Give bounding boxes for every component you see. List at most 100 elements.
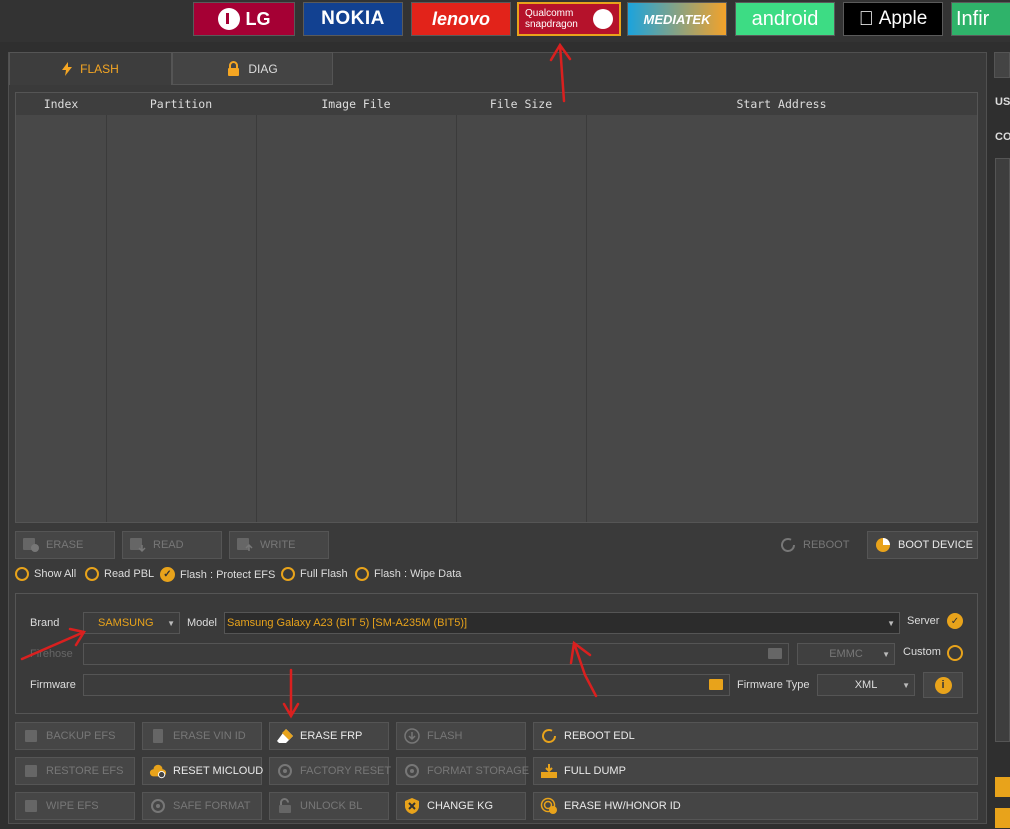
gear-icon	[403, 762, 421, 780]
read-icon	[129, 536, 147, 554]
right-side-panel: US CO	[990, 52, 1010, 829]
firmware-info-button[interactable]: i	[923, 672, 963, 698]
option-protect-efs[interactable]: ✓ Flash : Protect EFS	[160, 567, 275, 582]
option-full-flash[interactable]: Full Flash	[281, 567, 348, 581]
column-header-start-address: Start Address	[736, 97, 827, 111]
brand-bar: LG NOKIA lenovo Qualcomm snapdragon MEDI…	[0, 0, 1010, 42]
column-header-partition: Partition	[149, 97, 213, 111]
model-select[interactable]: Samsung Galaxy A23 (BIT 5) [SM-A235M (BI…	[224, 612, 900, 634]
lock-icon	[228, 61, 240, 76]
firmware-input[interactable]	[83, 674, 730, 696]
lightning-icon	[62, 62, 73, 76]
boot-device-icon	[874, 536, 892, 554]
brand-android[interactable]: android	[735, 2, 835, 36]
server-label: Server	[907, 615, 940, 627]
custom-label: Custom	[903, 646, 941, 658]
reset-micloud-button[interactable]: RESET MICLOUD	[142, 757, 263, 785]
brand-lg[interactable]: LG	[193, 2, 295, 36]
tab-flash[interactable]: FLASH	[9, 52, 172, 85]
erase-button[interactable]: ERASE	[15, 531, 115, 559]
column-header-file-size: File Size	[489, 97, 553, 111]
firmware-label: Firmware	[30, 679, 76, 691]
brand-infinix[interactable]: Infir	[951, 2, 1010, 36]
dropdown-arrow-icon: ▼	[882, 650, 890, 659]
right-action-button[interactable]	[995, 777, 1010, 797]
gear-icon	[276, 762, 294, 780]
column-header-image-file: Image File	[321, 97, 391, 111]
server-checkbox[interactable]: ✓	[947, 613, 963, 629]
tab-diag[interactable]: DIAG	[172, 52, 333, 85]
cloud-icon	[149, 762, 167, 780]
change-kg-button[interactable]: CHANGE KG	[396, 792, 526, 820]
storage-type-select[interactable]: EMMC ▼	[797, 643, 895, 665]
full-dump-button[interactable]: FULL DUMP	[533, 757, 978, 785]
flash-button[interactable]: FLASH	[396, 722, 526, 750]
dropdown-arrow-icon: ▼	[887, 619, 895, 628]
eraser-icon	[276, 727, 294, 745]
option-show-all[interactable]: Show All	[15, 567, 76, 581]
firmware-type-select[interactable]: XML ▼	[817, 674, 915, 696]
boot-device-button[interactable]: BOOT DEVICE	[867, 531, 978, 559]
log-panel	[995, 158, 1010, 742]
option-read-pbl[interactable]: Read PBL	[85, 567, 154, 581]
restore-efs-button[interactable]: RESTORE EFS	[15, 757, 135, 785]
shield-icon	[403, 797, 421, 815]
reboot-icon	[540, 727, 558, 745]
write-icon	[236, 536, 254, 554]
restore-icon	[22, 762, 40, 780]
right-action-button[interactable]	[995, 808, 1010, 828]
column-divider	[586, 115, 587, 522]
folder-icon	[709, 679, 723, 690]
fingerprint-icon	[540, 797, 558, 815]
right-tab-button[interactable]	[994, 52, 1010, 78]
format-storage-button[interactable]: FORMAT STORAGE	[396, 757, 529, 785]
erase-icon	[22, 536, 40, 554]
unlock-bl-button[interactable]: UNLOCK BL	[269, 792, 389, 820]
backup-icon	[22, 727, 40, 745]
reboot-edl-button[interactable]: REBOOT EDL	[533, 722, 978, 750]
firmware-type-label: Firmware Type	[737, 679, 810, 691]
column-divider	[256, 115, 257, 522]
brand-qualcomm-snapdragon[interactable]: Qualcomm snapdragon	[517, 2, 621, 36]
read-button[interactable]: READ	[122, 531, 222, 559]
dropdown-arrow-icon: ▼	[902, 681, 910, 690]
write-button[interactable]: WRITE	[229, 531, 329, 559]
brand-lenovo[interactable]: lenovo	[411, 2, 511, 36]
option-wipe-data[interactable]: Flash : Wipe Data	[355, 567, 461, 581]
wipe-efs-button[interactable]: WIPE EFS	[15, 792, 135, 820]
erase-hw-honor-id-button[interactable]: ERASE HW/HONOR ID	[533, 792, 978, 820]
erase-frp-button[interactable]: ERASE FRP	[269, 722, 389, 750]
brand-label: Brand	[30, 617, 60, 629]
firehose-label: Firehose	[30, 648, 73, 660]
custom-radio[interactable]	[947, 645, 963, 661]
partition-table: Index Partition Image File File Size Sta…	[15, 92, 978, 523]
download-tray-icon	[540, 762, 558, 780]
model-label: Model	[187, 617, 217, 629]
factory-reset-button[interactable]: FACTORY RESET	[269, 757, 391, 785]
info-icon: i	[934, 676, 952, 694]
download-circle-icon	[403, 727, 421, 745]
brand-mediatek[interactable]: MEDIATEK	[627, 2, 727, 36]
brand-apple[interactable]:  Apple	[843, 2, 943, 36]
column-divider	[106, 115, 107, 522]
lg-logo-icon	[217, 8, 240, 30]
sidebar-us-label: US	[995, 96, 1010, 108]
radio-circle-icon	[355, 567, 369, 581]
safe-format-button[interactable]: SAFE FORMAT	[142, 792, 262, 820]
apple-logo-icon: 	[859, 8, 874, 31]
folder-icon	[768, 648, 782, 659]
id-card-icon	[149, 727, 167, 745]
firehose-input[interactable]	[83, 643, 789, 665]
reboot-button[interactable]: REBOOT	[772, 531, 862, 559]
brand-nokia[interactable]: NOKIA	[303, 2, 403, 36]
gear-icon	[149, 797, 167, 815]
erase-vin-id-button[interactable]: ERASE VIN ID	[142, 722, 262, 750]
radio-circle-icon	[85, 567, 99, 581]
checkmark-icon: ✓	[160, 567, 175, 582]
dropdown-arrow-icon: ▼	[167, 619, 175, 628]
column-header-index: Index	[43, 97, 79, 111]
column-divider	[456, 115, 457, 522]
reboot-icon	[779, 536, 797, 554]
brand-select[interactable]: SAMSUNG ▼	[83, 612, 180, 634]
backup-efs-button[interactable]: BACKUP EFS	[15, 722, 135, 750]
